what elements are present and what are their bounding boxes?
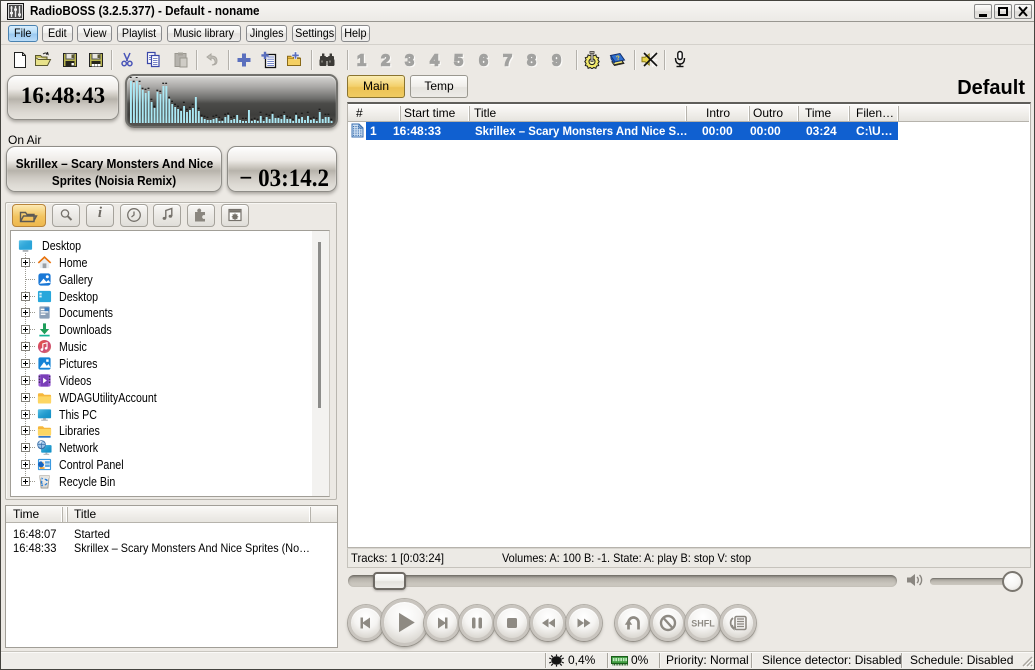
svg-text:9: 9 — [552, 53, 561, 70]
svg-text:SHFL: SHFL — [691, 619, 715, 629]
svg-text:4: 4 — [430, 53, 439, 70]
svg-text:6: 6 — [479, 53, 488, 70]
svg-text:2: 2 — [381, 53, 390, 70]
svg-text:3: 3 — [405, 53, 414, 70]
svg-text:5: 5 — [454, 53, 463, 70]
svg-text:7: 7 — [503, 53, 512, 70]
svg-text:8: 8 — [527, 53, 536, 70]
svg-text:1: 1 — [357, 53, 366, 70]
